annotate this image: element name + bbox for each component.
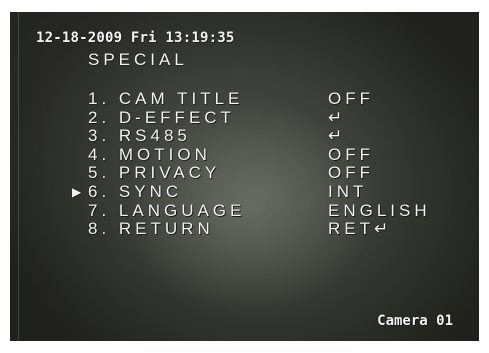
menu-item-value: OFF [328, 163, 374, 183]
camera-video-frame: 12-18-2009 Fri 13:19:35 SPECIAL 1. CAM T… [10, 12, 479, 341]
menu-title: SPECIAL [88, 50, 188, 69]
menu-item-label: 1. CAM TITLE [88, 89, 244, 108]
menu-item-label: 5. PRIVACY [88, 163, 221, 183]
camera-label: Camera 01 [377, 313, 453, 329]
enter-icon: ↵ [328, 126, 347, 146]
menu-item-label: 7. LANGUAGE [88, 200, 246, 220]
menu-item-value: OFF [328, 89, 374, 108]
enter-icon: ↵ [328, 107, 347, 127]
menu-item-value: ENGLISH [328, 200, 431, 220]
menu-item-value: RET↵ [328, 219, 393, 239]
menu-item-label: 8. RETURN [88, 219, 214, 239]
selection-cursor-icon: ▶ [72, 184, 82, 199]
timestamp: 12-18-2009 Fri 13:19:35 [36, 30, 235, 46]
menu-item-label: 4. MOTION [88, 144, 211, 164]
menu-item-value: INT [328, 181, 368, 201]
menu-item-label: 3. RS485 [88, 126, 191, 146]
menu-item-value: OFF [328, 144, 374, 164]
menu-item-label: 2. D-EFFECT [88, 107, 235, 127]
menu-item-label: 6. SYNC [88, 181, 183, 201]
